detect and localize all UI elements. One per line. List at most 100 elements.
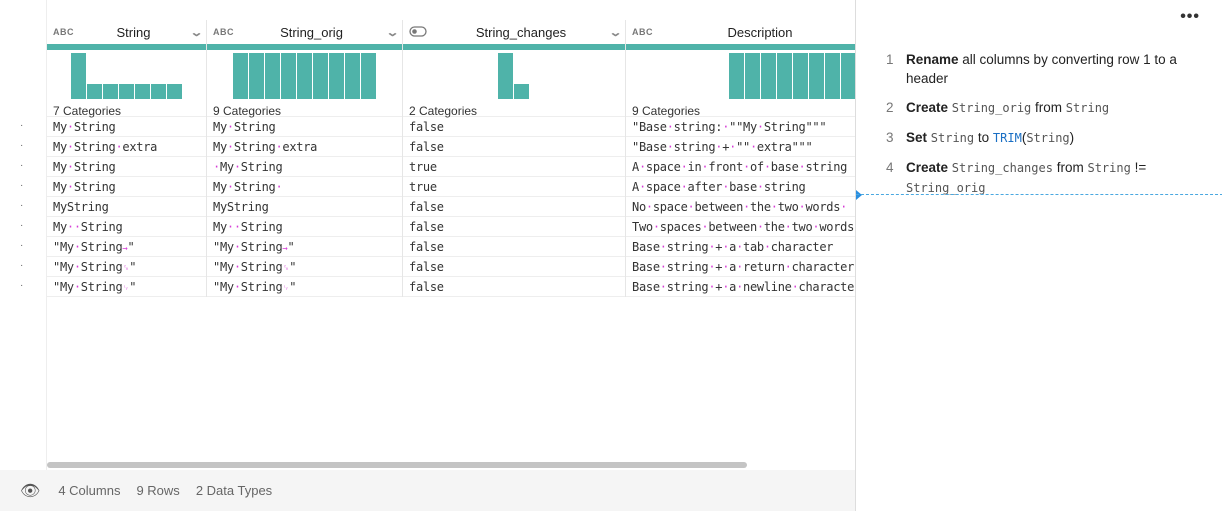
table-cell[interactable]: A·space·in·front·of·base·string (626, 157, 855, 177)
column-description[interactable]: ABC Description 9 Categories "Base·string:·… (626, 20, 855, 297)
table-cell[interactable]: My··String (207, 217, 402, 237)
row-marker[interactable]: · (20, 160, 23, 171)
histogram-bar[interactable] (761, 53, 777, 99)
table-cell[interactable]: false (403, 217, 625, 237)
table-cell[interactable]: true (403, 157, 625, 177)
histogram-bar[interactable] (103, 83, 119, 99)
histogram-bar[interactable] (329, 53, 345, 99)
histogram-bar[interactable] (514, 83, 530, 99)
table-cell[interactable]: My·String·extra (207, 137, 402, 157)
histogram-bar[interactable] (313, 53, 329, 99)
row-marker[interactable]: · (20, 200, 23, 211)
step-text: Create String_changes from String != Str… (906, 158, 1206, 198)
table-cell[interactable]: Two·spaces·between·the·two·words (626, 217, 855, 237)
row-marker[interactable]: · (20, 260, 23, 271)
histogram-bar[interactable] (119, 83, 135, 99)
histogram-bar[interactable] (729, 53, 745, 99)
table-cell[interactable]: MyString (47, 197, 206, 217)
table-cell[interactable]: MyString (207, 197, 402, 217)
row-marker[interactable]: · (20, 140, 23, 151)
histogram-bar[interactable] (167, 83, 183, 99)
table-cell[interactable]: My·String· (207, 177, 402, 197)
chevron-down-icon[interactable]: ⌄ (183, 26, 204, 39)
table-cell[interactable]: "Base·string·+·""·extra""" (626, 137, 855, 157)
histogram-bar[interactable] (345, 53, 361, 99)
column-name: String_changes (475, 24, 567, 40)
insert-marker-icon[interactable] (856, 190, 862, 200)
row-marker[interactable]: · (20, 240, 23, 251)
histogram-bar[interactable] (297, 53, 313, 99)
chevron-down-icon[interactable]: ⌄ (379, 26, 400, 39)
recipe-panel: ••• 1 Rename all columns by converting ro… (855, 0, 1222, 511)
row-marker[interactable]: · (20, 280, 23, 291)
table-cell[interactable]: Base·string·+·a·newline·character (626, 277, 855, 297)
table-cell[interactable]: false (403, 197, 625, 217)
table-cell[interactable]: "My·String␍" (47, 257, 206, 277)
column-header[interactable]: ABC String ⌄ (47, 20, 206, 44)
data-grid: ABC String ⌄ 7 Categories My·String My·String… (0, 0, 855, 470)
eye-icon[interactable]: 👁︎ (20, 481, 40, 501)
histogram (47, 50, 206, 99)
recipe-step[interactable]: 3 Set String to TRIM(String) (886, 128, 1206, 148)
histogram-bar[interactable] (793, 53, 809, 99)
row-gutter (0, 0, 47, 470)
histogram-bar[interactable] (87, 83, 103, 99)
table-cell[interactable]: "Base·string:·""My·String""" (626, 117, 855, 137)
table-cell[interactable]: My·String (47, 177, 206, 197)
column-header[interactable]: String_changes ⌄ (403, 20, 625, 44)
table-cell[interactable]: My·String (47, 117, 206, 137)
table-cell[interactable]: "My·String␊" (47, 277, 206, 297)
table-cell[interactable]: My·String (207, 117, 402, 137)
column-string-orig[interactable]: ABC String_orig ⌄ 9 Categories My·String My·S… (207, 20, 403, 297)
table-cell[interactable]: false (403, 277, 625, 297)
row-marker[interactable]: · (20, 220, 23, 231)
column-header[interactable]: ABC Description (626, 20, 855, 44)
table-cell[interactable]: "My·String␊" (207, 277, 402, 297)
histogram-bar[interactable] (809, 53, 825, 99)
column-header[interactable]: ABC String_orig ⌄ (207, 20, 402, 44)
histogram-bar[interactable] (361, 53, 377, 99)
category-count: 2 Categories (403, 99, 625, 117)
table-cell[interactable]: false (403, 257, 625, 277)
row-marker[interactable]: · (20, 180, 23, 191)
histogram-bar[interactable] (265, 53, 281, 99)
table-cell[interactable]: Base·string·+·a·return·character (626, 257, 855, 277)
chevron-down-icon[interactable]: ⌄ (602, 26, 623, 39)
table-cell[interactable]: true (403, 177, 625, 197)
recipe-step[interactable]: 2 Create String_orig from String (886, 98, 1206, 118)
table-cell[interactable]: My·String·extra (47, 137, 206, 157)
histogram-bar[interactable] (151, 83, 167, 99)
table-cell[interactable]: Base·string·+·a·tab·character (626, 237, 855, 257)
histogram-bar[interactable] (825, 53, 841, 99)
histogram-bar[interactable] (233, 53, 249, 99)
table-cell[interactable]: false (403, 237, 625, 257)
table-cell[interactable]: false (403, 137, 625, 157)
histogram-bar[interactable] (135, 83, 151, 99)
column-name: Description (727, 24, 793, 40)
column-string-changes[interactable]: String_changes ⌄ 2 Categories false false tru… (403, 20, 626, 297)
table-cell[interactable]: No·space·between·the·two·words· (626, 197, 855, 217)
table-cell[interactable]: A·space·after·base·string (626, 177, 855, 197)
column-string[interactable]: ABC String ⌄ 7 Categories My·String My·String… (47, 20, 207, 297)
histogram-bar[interactable] (249, 53, 265, 99)
category-count: 9 Categories (626, 99, 855, 117)
histogram-bar[interactable] (745, 53, 761, 99)
histogram-bar[interactable] (498, 53, 514, 99)
histogram-bar[interactable] (777, 53, 793, 99)
row-marker[interactable]: · (20, 120, 23, 131)
histogram-bar[interactable] (281, 53, 297, 99)
table-cell[interactable]: "My·String→" (47, 237, 206, 257)
recipe-step[interactable]: 1 Rename all columns by converting row 1 … (886, 50, 1206, 88)
table-cell[interactable]: false (403, 117, 625, 137)
table-cell[interactable]: "My·String→" (207, 237, 402, 257)
column-count: 4 Columns (58, 483, 121, 498)
table-cell[interactable]: ·My·String (207, 157, 402, 177)
recipe-step[interactable]: 4 Create String_changes from String != St… (886, 158, 1206, 198)
horizontal-scrollbar[interactable] (47, 462, 747, 468)
more-options-icon[interactable]: ••• (1180, 8, 1200, 26)
table-cell[interactable]: My·String (47, 157, 206, 177)
histogram-bar[interactable] (841, 53, 855, 99)
table-cell[interactable]: My··String (47, 217, 206, 237)
table-cell[interactable]: "My·String␍" (207, 257, 402, 277)
histogram-bar[interactable] (71, 53, 87, 99)
